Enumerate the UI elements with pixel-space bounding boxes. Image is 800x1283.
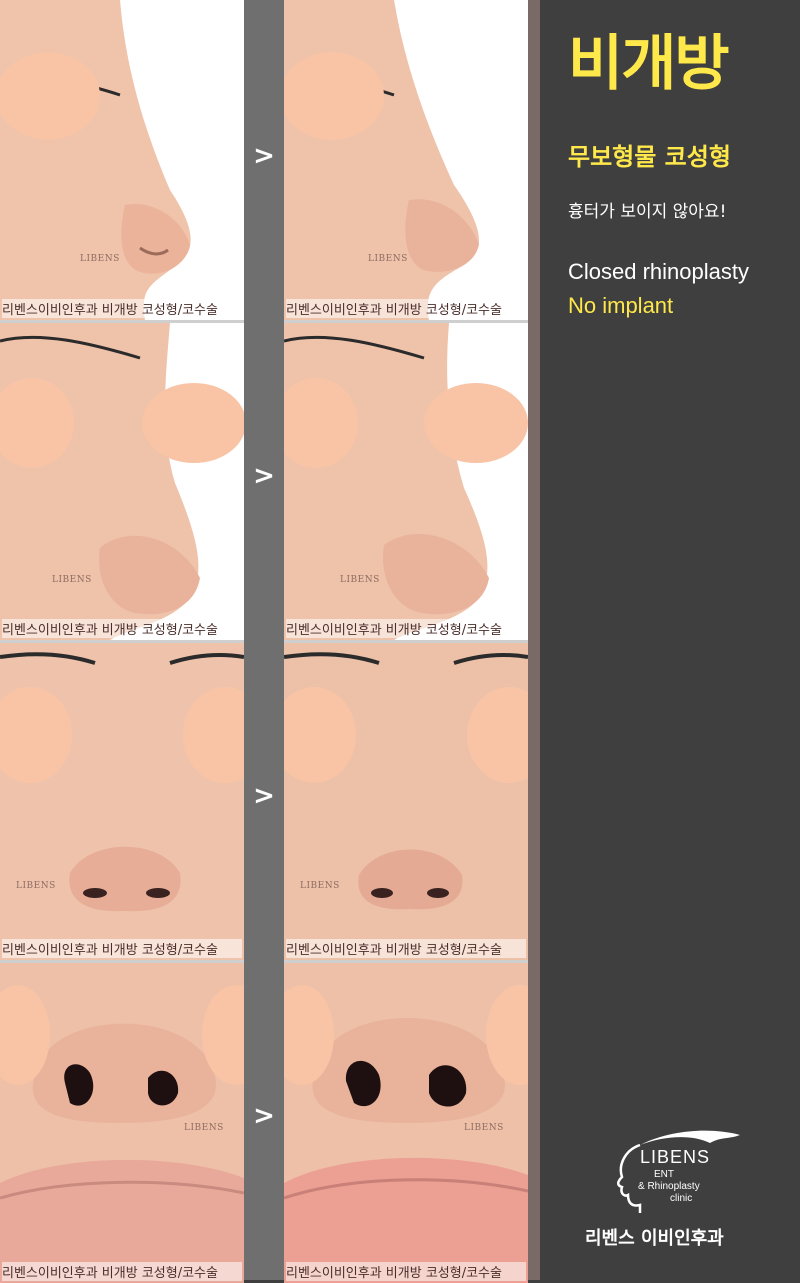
watermark-bar: 리벤스이비인후과 비개방 코성형/코수술 (286, 299, 526, 318)
after-photo-base-view: LIBENS 리벤스이비인후과 비개방 코성형/코수술 (284, 960, 528, 1283)
logo-sub-rhinoplasty: & Rhinoplasty (638, 1181, 700, 1192)
english-caption-implant: No implant (568, 293, 674, 318)
face-illustration (284, 0, 528, 320)
watermark-bar: 리벤스이비인후과 비개방 코성형/코수술 (286, 619, 526, 638)
watermark-logo: LIBENS (464, 1123, 504, 1133)
face-illustration (284, 643, 528, 960)
watermark-bar: 리벤스이비인후과 비개방 코성형/코수술 (286, 1262, 526, 1281)
before-photo-column: LIBENS 리벤스이비인후과 비개방 코성형/코수술 LIBENS 리벤스이비… (0, 0, 244, 1283)
face-illustration (0, 323, 244, 640)
page-subtitle: 무보형물 코성형 (568, 143, 731, 171)
divider (528, 0, 540, 1280)
watermark-bar: 리벤스이비인후과 비개방 코성형/코수술 (2, 299, 242, 318)
face-illustration (0, 643, 244, 960)
watermark-logo: LIBENS (300, 881, 340, 891)
info-sidebar: 비개방 무보형물 코성형 흉터가 보이지 않아요! Closed rhinopl… (540, 0, 800, 1280)
before-after-separator: > > > > (244, 0, 284, 1280)
english-caption-procedure: Closed rhinoplasty (568, 259, 749, 284)
privacy-oval (142, 383, 244, 463)
logo-name: LIBENS (640, 1147, 711, 1167)
before-photo-three-quarter: LIBENS 리벤스이비인후과 비개방 코성형/코수술 (0, 320, 244, 640)
arrow-right-icon: > (253, 781, 275, 811)
watermark-logo: LIBENS (368, 254, 408, 264)
watermark-logo: LIBENS (16, 881, 56, 891)
face-illustration (284, 323, 528, 640)
page-title: 비개방 (568, 29, 730, 99)
privacy-oval (0, 52, 100, 140)
logo-sub-ent: ENT (654, 1169, 674, 1180)
before-photo-front: LIBENS 리벤스이비인후과 비개방 코성형/코수술 (0, 640, 244, 960)
watermark-logo: LIBENS (184, 1123, 224, 1133)
clinic-name: 리벤스 이비인후과 (585, 1228, 724, 1249)
after-photo-side-profile: LIBENS 리벤스이비인후과 비개방 코성형/코수술 (284, 0, 528, 320)
clinic-logo: LIBENS ENT & Rhinoplasty clinic (610, 1125, 750, 1215)
watermark-logo: LIBENS (80, 254, 120, 264)
logo-sub-clinic: clinic (670, 1193, 693, 1204)
after-photo-front: LIBENS 리벤스이비인후과 비개방 코성형/코수술 (284, 640, 528, 960)
face-illustration (0, 0, 244, 320)
before-photo-side-profile: LIBENS 리벤스이비인후과 비개방 코성형/코수술 (0, 0, 244, 320)
arrow-right-icon: > (253, 1101, 275, 1131)
watermark-bar: 리벤스이비인후과 비개방 코성형/코수술 (2, 619, 242, 638)
before-photo-base-view: LIBENS 리벤스이비인후과 비개방 코성형/코수술 (0, 960, 244, 1283)
tagline: 흉터가 보이지 않아요! (568, 202, 727, 222)
privacy-oval (424, 383, 528, 463)
watermark-bar: 리벤스이비인후과 비개방 코성형/코수술 (2, 1262, 242, 1281)
watermark-bar: 리벤스이비인후과 비개방 코성형/코수술 (2, 939, 242, 958)
after-photo-column: LIBENS 리벤스이비인후과 비개방 코성형/코수술 LIBENS 리벤스이비… (284, 0, 528, 1283)
watermark-logo: LIBENS (340, 575, 380, 585)
watermark-logo: LIBENS (52, 575, 92, 585)
arrow-right-icon: > (253, 461, 275, 491)
after-photo-three-quarter: LIBENS 리벤스이비인후과 비개방 코성형/코수술 (284, 320, 528, 640)
privacy-oval (284, 52, 384, 140)
watermark-bar: 리벤스이비인후과 비개방 코성형/코수술 (286, 939, 526, 958)
arrow-right-icon: > (253, 141, 275, 171)
